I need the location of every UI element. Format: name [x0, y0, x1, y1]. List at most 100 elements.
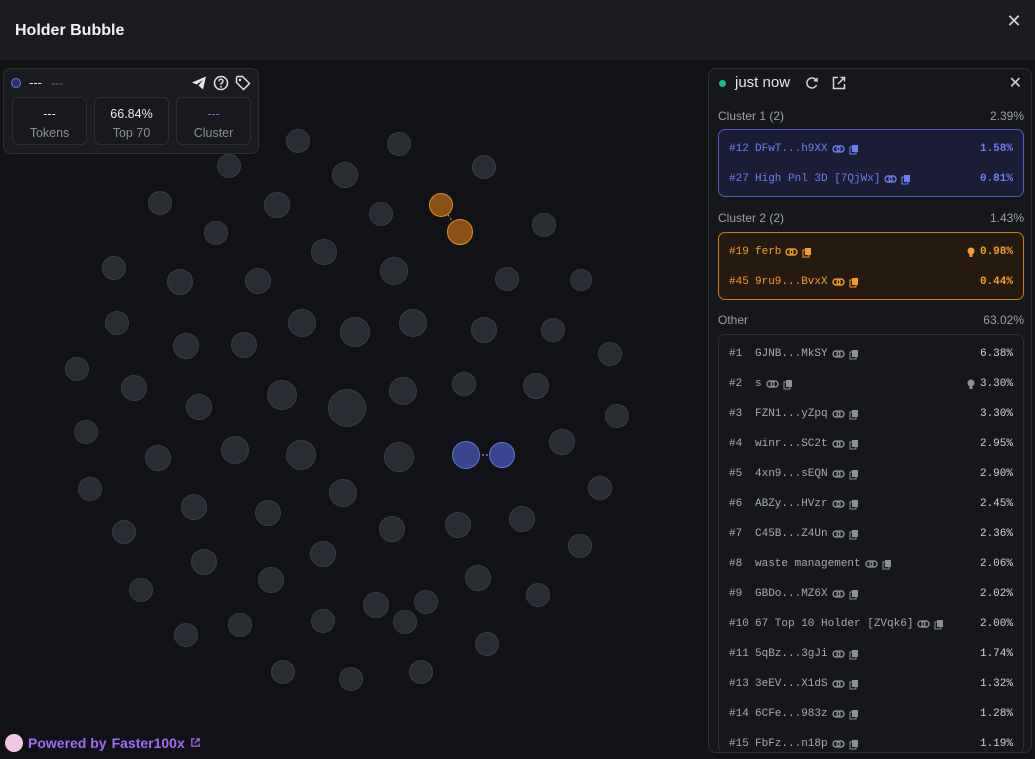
bubble-map-canvas[interactable] — [0, 60, 705, 759]
holder-row[interactable]: #27 High Pnl 3D [7QjWx] 0.81% — [719, 164, 1023, 194]
holder-row[interactable]: #7 C45B...Z4Un 2.36% — [719, 519, 1023, 549]
holder-bubble[interactable] — [399, 309, 427, 337]
refresh-icon[interactable] — [804, 75, 820, 91]
holder-bubble[interactable] — [570, 269, 592, 291]
holder-bubble[interactable] — [532, 213, 556, 237]
holder-row[interactable]: #8 waste management 2.06% — [719, 549, 1023, 579]
link-icon[interactable] — [831, 709, 845, 719]
holder-row[interactable]: #6 ABZy...HVzr 2.45% — [719, 489, 1023, 519]
holder-bubble[interactable] — [588, 476, 612, 500]
link-icon[interactable] — [831, 499, 845, 509]
holder-bubble[interactable] — [310, 541, 336, 567]
holder-bubble[interactable] — [173, 333, 199, 359]
holder-bubble[interactable] — [174, 623, 198, 647]
cluster-bubble-orange[interactable] — [429, 193, 453, 217]
holder-bubble[interactable] — [105, 311, 129, 335]
holder-bubble[interactable] — [380, 257, 408, 285]
holder-row[interactable]: #9 GBDo...MZ6X 2.02% — [719, 579, 1023, 609]
holder-bubble[interactable] — [605, 404, 629, 428]
holder-bubble[interactable] — [340, 317, 370, 347]
copy-icon[interactable] — [849, 499, 862, 510]
holder-bubble[interactable] — [102, 256, 126, 280]
link-icon[interactable] — [917, 619, 931, 629]
holder-row[interactable]: #13 3eEV...X1dS 1.32% — [719, 669, 1023, 699]
holder-row[interactable]: #45 9ru9...BvxX 0.44% — [719, 267, 1023, 297]
link-icon[interactable] — [831, 739, 845, 749]
holder-bubble[interactable] — [541, 318, 565, 342]
holder-row[interactable]: #2 s 3.30% — [719, 369, 1023, 399]
holder-row[interactable]: #15 FbFz...n18p 1.19% — [719, 729, 1023, 752]
copy-icon[interactable] — [849, 589, 862, 600]
holder-bubble[interactable] — [445, 512, 471, 538]
holder-bubble[interactable] — [167, 269, 193, 295]
holder-bubble[interactable] — [288, 309, 316, 337]
holder-bubble[interactable] — [339, 667, 363, 691]
holder-bubble[interactable] — [286, 129, 310, 153]
link-icon[interactable] — [765, 379, 779, 389]
holder-bubble[interactable] — [393, 610, 417, 634]
holder-bubble[interactable] — [286, 440, 316, 470]
tag-icon[interactable] — [235, 75, 251, 91]
copy-icon[interactable] — [783, 379, 796, 390]
holder-bubble[interactable] — [379, 516, 405, 542]
powered-by-link[interactable]: Powered by Faster100x — [5, 734, 201, 752]
cluster-bubble-orange[interactable] — [447, 219, 473, 245]
holder-row[interactable]: #1 GJNB...MkSY 6.38% — [719, 339, 1023, 369]
link-icon[interactable] — [831, 439, 845, 449]
holder-bubble[interactable] — [369, 202, 393, 226]
link-icon[interactable] — [831, 469, 845, 479]
copy-icon[interactable] — [849, 469, 862, 480]
holder-bubble[interactable] — [471, 317, 497, 343]
holder-bubble[interactable] — [414, 590, 438, 614]
copy-icon[interactable] — [901, 174, 914, 185]
link-icon[interactable] — [831, 589, 845, 599]
copy-icon[interactable] — [849, 349, 862, 360]
link-icon[interactable] — [785, 247, 799, 257]
link-icon[interactable] — [831, 649, 845, 659]
link-icon[interactable] — [831, 144, 845, 154]
holder-bubble[interactable] — [363, 592, 389, 618]
holder-bubble[interactable] — [598, 342, 622, 366]
link-icon[interactable] — [831, 409, 845, 419]
holder-bubble[interactable] — [387, 132, 411, 156]
holder-bubble[interactable] — [311, 609, 335, 633]
holder-bubble[interactable] — [186, 394, 212, 420]
open-external-icon[interactable] — [831, 75, 847, 91]
holder-bubble[interactable] — [311, 239, 337, 265]
copy-icon[interactable] — [849, 739, 862, 750]
holder-bubble[interactable] — [65, 357, 89, 381]
copy-icon[interactable] — [802, 247, 815, 258]
holder-bubble[interactable] — [129, 578, 153, 602]
other-holders-box[interactable]: #1 GJNB...MkSY 6.38% #2 s 3.30% #3 FZN1...yZpq 3… — [718, 334, 1024, 752]
help-icon[interactable] — [213, 75, 229, 91]
cluster-bubble-blue[interactable] — [452, 441, 480, 469]
copy-icon[interactable] — [849, 439, 862, 450]
holder-bubble[interactable] — [267, 380, 297, 410]
holder-row[interactable]: #10 67 Top 10 Holder [ZVqk6] 2.00% — [719, 609, 1023, 639]
close-icon[interactable]: ✕ — [1003, 10, 1025, 32]
holder-bubble[interactable] — [452, 372, 476, 396]
copy-icon[interactable] — [849, 679, 862, 690]
telegram-icon[interactable] — [191, 75, 207, 91]
holder-row[interactable]: #3 FZN1...yZpq 3.30% — [719, 399, 1023, 429]
holder-bubble[interactable] — [495, 267, 519, 291]
cluster2-box[interactable]: #19 ferb 0.98% #45 9ru9...BvxX 0.44% — [718, 232, 1024, 300]
holder-bubble[interactable] — [523, 373, 549, 399]
copy-icon[interactable] — [849, 529, 862, 540]
link-icon[interactable] — [864, 559, 878, 569]
holder-bubble[interactable] — [384, 442, 414, 472]
holder-bubble[interactable] — [271, 660, 295, 684]
copy-icon[interactable] — [849, 649, 862, 660]
holder-bubble[interactable] — [332, 162, 358, 188]
holder-row[interactable]: #19 ferb 0.98% — [719, 237, 1023, 267]
link-icon[interactable] — [831, 679, 845, 689]
holder-bubble[interactable] — [121, 375, 147, 401]
copy-icon[interactable] — [849, 409, 862, 420]
holder-bubble[interactable] — [204, 221, 228, 245]
holder-bubble[interactable] — [475, 632, 499, 656]
copy-icon[interactable] — [934, 619, 947, 630]
holder-bubble[interactable] — [228, 613, 252, 637]
holder-bubble[interactable] — [509, 506, 535, 532]
link-icon[interactable] — [831, 277, 845, 287]
holder-bubble[interactable] — [472, 155, 496, 179]
